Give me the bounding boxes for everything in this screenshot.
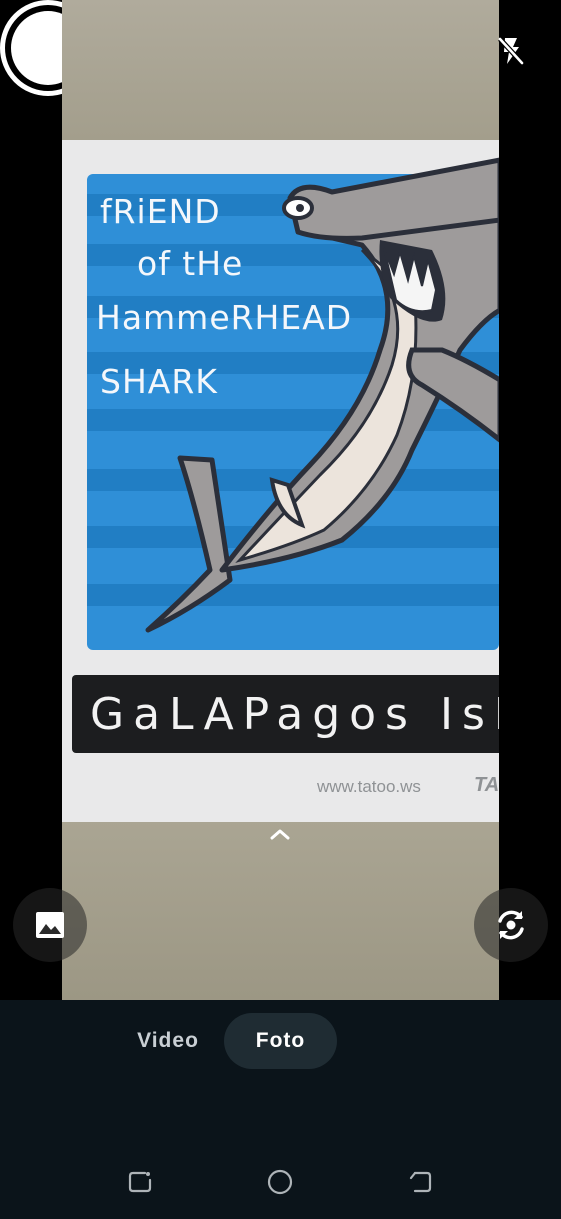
camera-viewfinder[interactable]: fRiEND of tHe HammeRHEAD SHARK GaLAPagos… — [62, 0, 499, 1000]
close-icon — [37, 39, 61, 63]
website-url: www.tatoo.ws — [317, 777, 421, 796]
back-icon — [409, 1171, 432, 1193]
banner-text: GaLAPagos IsLan — [90, 689, 499, 740]
flash-toggle-button[interactable] — [490, 30, 532, 72]
gallery-button[interactable] — [13, 888, 87, 962]
recent-apps-icon — [128, 1171, 152, 1193]
back-button[interactable] — [398, 1160, 442, 1204]
background-wall-bottom — [62, 820, 499, 1000]
location-banner: GaLAPagos IsLan — [72, 675, 499, 753]
sticker-photo: fRiEND of tHe HammeRHEAD SHARK GaLAPagos… — [62, 140, 499, 822]
recent-apps-button[interactable] — [118, 1160, 162, 1204]
mode-video-tab[interactable]: Video — [120, 1013, 216, 1069]
image-icon — [36, 912, 64, 938]
brand-mark: TA — [474, 774, 499, 796]
chevron-up-icon — [270, 829, 290, 840]
switch-camera-button[interactable] — [474, 888, 548, 962]
home-icon — [267, 1169, 293, 1195]
mode-photo-tab[interactable]: Foto — [224, 1013, 337, 1069]
flash-off-icon — [498, 37, 524, 65]
background-wall-top — [62, 0, 499, 140]
home-button[interactable] — [258, 1160, 302, 1204]
close-button[interactable] — [28, 30, 70, 72]
expand-tray-button[interactable] — [262, 822, 298, 846]
switch-camera-icon — [498, 910, 524, 940]
